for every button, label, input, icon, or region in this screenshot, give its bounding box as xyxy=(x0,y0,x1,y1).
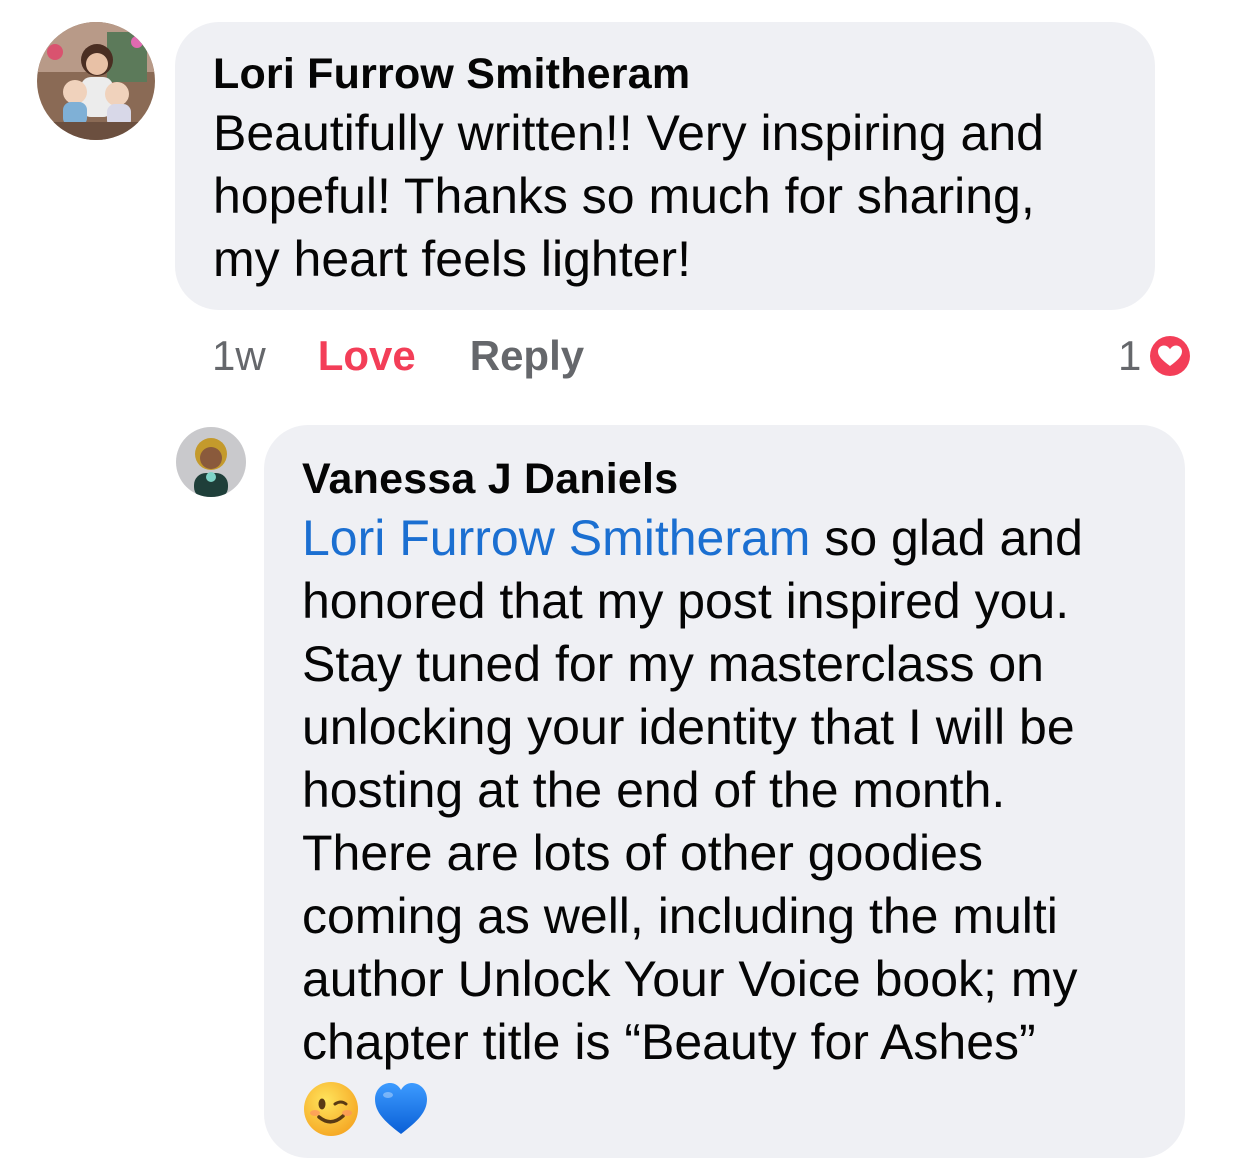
avatar-photo xyxy=(37,22,155,140)
comment-text-line: my heart feels lighter! xyxy=(213,231,691,287)
love-reaction-icon xyxy=(1147,333,1194,379)
reply-text-line: hosting at the end of the month. xyxy=(302,762,1006,818)
reaction-summary[interactable]: 1 xyxy=(1118,330,1195,382)
blue-heart-emoji xyxy=(375,1083,427,1134)
reply-text-line: Stay tuned for my masterclass on xyxy=(302,636,1044,692)
reply-text-line: so glad and xyxy=(810,510,1083,566)
reply-text-line: honored that my post inspired you. xyxy=(302,573,1070,629)
comment-text-line: Beautifully written!! Very inspiring and xyxy=(213,105,1044,161)
reply-text-line: There are lots of other goodies xyxy=(302,825,983,881)
reply-author[interactable]: Vanessa J Daniels xyxy=(302,453,1147,505)
avatar-vanessa-j-daniels[interactable] xyxy=(176,427,246,497)
mention-link[interactable]: Lori Furrow Smitheram xyxy=(302,510,810,566)
reply-text-line: chapter title is “Beauty for Ashes” xyxy=(302,1014,1036,1070)
reply-text: Lori Furrow Smitheram so glad and honore… xyxy=(302,507,1147,1074)
avatar-photo xyxy=(176,427,246,497)
avatar-lori-furrow-smitheram[interactable] xyxy=(37,22,155,140)
love-button[interactable]: Love xyxy=(318,332,416,380)
comment-timestamp[interactable]: 1w xyxy=(212,332,266,380)
reply-text-line: coming as well, including the multi xyxy=(302,888,1058,944)
comment-bubble: Lori Furrow Smitheram Beautifully writte… xyxy=(175,22,1155,310)
reply-bubble: Vanessa J Daniels Lori Furrow Smitheram … xyxy=(264,425,1185,1158)
comment-text: Beautifully written!! Very inspiring and… xyxy=(213,102,1117,291)
comment-actions: 1w Love Reply xyxy=(212,328,584,384)
emoji-row xyxy=(302,1078,1147,1140)
comment-text-line: hopeful! Thanks so much for sharing, xyxy=(213,168,1035,224)
reaction-count: 1 xyxy=(1118,332,1142,379)
reply-text-line: unlocking your identity that I will be xyxy=(302,699,1075,755)
comment-author[interactable]: Lori Furrow Smitheram xyxy=(213,48,1117,100)
reply-text-line: author Unlock Your Voice book; my xyxy=(302,951,1078,1007)
winking-face-emoji xyxy=(304,1082,358,1136)
reply-button[interactable]: Reply xyxy=(470,332,584,380)
